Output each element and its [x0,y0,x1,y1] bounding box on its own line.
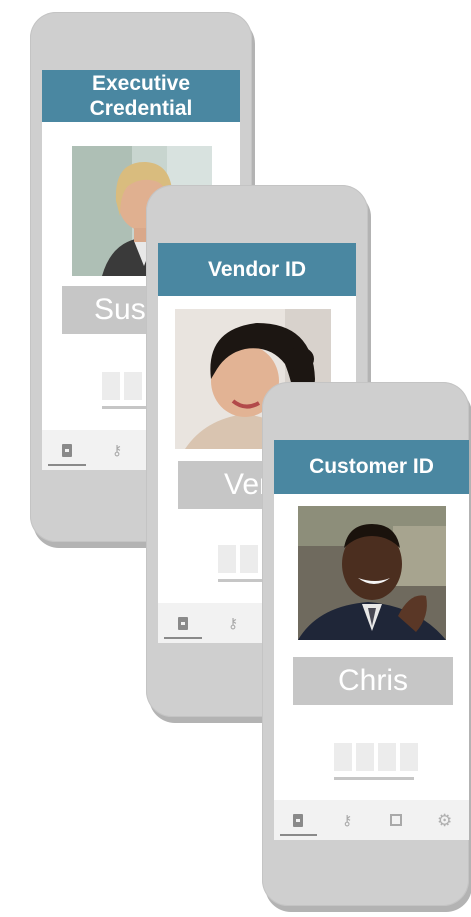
tab-id-customer[interactable] [274,800,323,840]
card-title-vendor: Vendor ID [158,243,356,296]
id-card-icon [178,616,188,630]
tab-scan-customer[interactable] [372,800,421,840]
man-smiling-portrait-icon [298,506,446,640]
barcode-line-customer [334,777,414,780]
card-title-executive: Executive Credential [42,70,240,122]
key-icon: ⚷ [111,442,123,458]
gear-icon: ⚙ [437,810,453,830]
name-box-customer: Chris [293,657,453,705]
tab-key-executive[interactable]: ⚷ [92,430,142,470]
tab-key-customer[interactable]: ⚷ [323,800,372,840]
tab-key-vendor[interactable]: ⚷ [208,603,258,643]
tab-id-executive[interactable] [42,430,92,470]
key-icon: ⚷ [227,615,239,631]
card-title-customer: Customer ID [274,440,469,494]
key-icon: ⚷ [341,812,353,828]
tab-bar-customer: ⚷ ⚙ [274,800,469,840]
scan-icon [389,814,402,826]
photo-customer [298,506,446,640]
id-card-icon [293,813,304,827]
barcode-customer [334,743,418,771]
tab-id-vendor[interactable] [158,603,208,643]
phone-customer: Customer ID Chris ⚷ ⚙ [262,382,469,906]
screen-customer: Customer ID Chris ⚷ ⚙ [274,440,469,840]
tab-settings-customer[interactable]: ⚙ [420,800,469,840]
name-customer: Chris [337,664,408,697]
id-card-icon [62,443,72,457]
